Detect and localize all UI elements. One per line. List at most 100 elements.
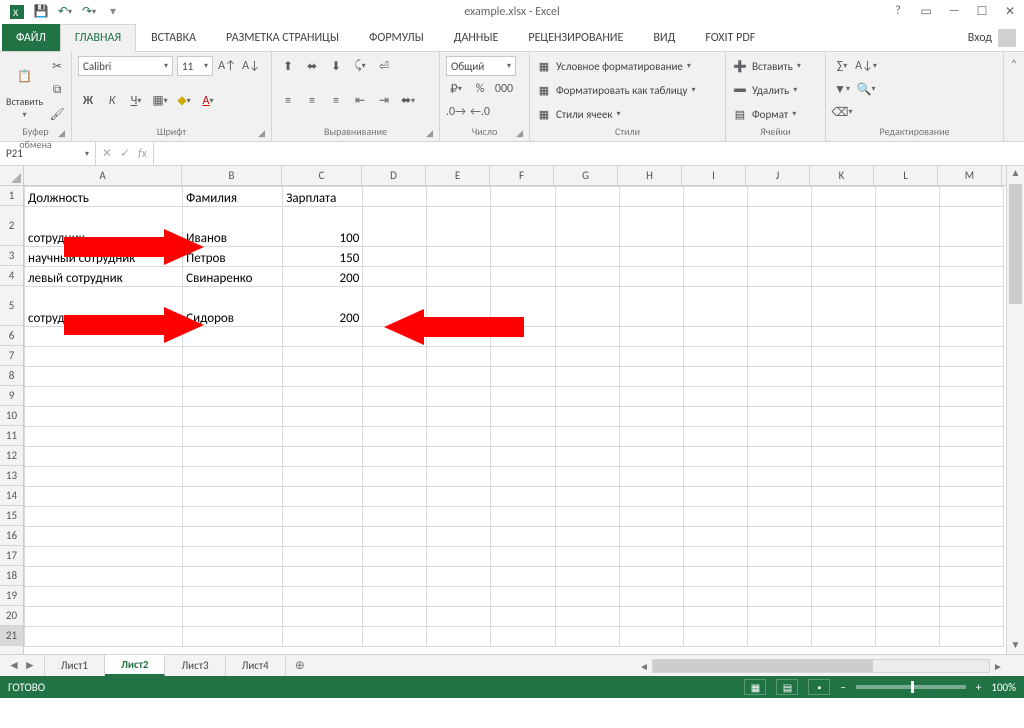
cell[interactable] (555, 587, 619, 607)
cell[interactable] (183, 607, 283, 627)
cell[interactable] (555, 487, 619, 507)
cell[interactable] (811, 427, 875, 447)
cell[interactable] (25, 507, 183, 527)
orientation-icon[interactable]: ⤹▾ (350, 56, 370, 76)
cell[interactable] (811, 567, 875, 587)
cell[interactable]: Должность (25, 187, 183, 207)
cell[interactable] (25, 387, 183, 407)
cell[interactable] (619, 487, 683, 507)
sheet-tab[interactable]: Лист1 (45, 655, 105, 676)
cell[interactable] (619, 587, 683, 607)
cell[interactable] (683, 567, 747, 587)
copy-icon[interactable]: ⧉ (47, 80, 67, 100)
row-header[interactable]: 19 (0, 586, 23, 606)
cell[interactable] (363, 587, 427, 607)
sort-filter-icon[interactable]: A↓▾ (856, 56, 876, 76)
accounting-format-icon[interactable]: ₽▾ (446, 79, 466, 99)
cell[interactable] (427, 447, 491, 467)
decrease-indent-icon[interactable]: ⇤ (350, 91, 370, 111)
cell[interactable] (619, 287, 683, 327)
increase-indent-icon[interactable]: ⇥ (374, 91, 394, 111)
cell[interactable] (875, 467, 939, 487)
column-header[interactable]: F (490, 166, 554, 185)
sheet-tab[interactable]: Лист4 (226, 655, 286, 676)
cell[interactable] (491, 347, 555, 367)
cell[interactable] (363, 487, 427, 507)
column-header[interactable]: B (182, 166, 282, 185)
cell[interactable] (555, 267, 619, 287)
cell[interactable] (283, 467, 363, 487)
cell[interactable] (363, 207, 427, 247)
cell[interactable] (875, 567, 939, 587)
cell[interactable] (183, 627, 283, 647)
redo-icon[interactable]: ↷▾ (80, 3, 98, 21)
find-select-icon[interactable]: 🔍▾ (856, 79, 876, 99)
cell[interactable] (25, 587, 183, 607)
cell[interactable] (363, 187, 427, 207)
cell[interactable] (555, 367, 619, 387)
cell[interactable] (619, 347, 683, 367)
cell[interactable] (491, 287, 555, 327)
cell[interactable] (875, 487, 939, 507)
formula-bar[interactable] (154, 142, 1024, 165)
number-dialog-launcher-icon[interactable]: ◢ (516, 128, 523, 139)
cell[interactable] (427, 267, 491, 287)
cell[interactable] (619, 207, 683, 247)
cell[interactable] (747, 287, 811, 327)
cell[interactable] (747, 587, 811, 607)
cell[interactable] (939, 447, 1003, 467)
cell[interactable]: 200 (283, 287, 363, 327)
cell[interactable] (491, 487, 555, 507)
row-header[interactable]: 20 (0, 606, 23, 626)
cell[interactable] (427, 427, 491, 447)
cell[interactable] (491, 327, 555, 347)
cell[interactable] (25, 427, 183, 447)
cell[interactable] (427, 327, 491, 347)
cell[interactable] (183, 447, 283, 467)
sheet-tab[interactable]: Лист2 (105, 655, 166, 676)
cell[interactable] (875, 207, 939, 247)
cell[interactable] (183, 467, 283, 487)
cell[interactable] (939, 187, 1003, 207)
cell[interactable] (363, 427, 427, 447)
cell[interactable] (283, 547, 363, 567)
cell[interactable] (427, 207, 491, 247)
cell[interactable] (683, 467, 747, 487)
cell[interactable] (491, 627, 555, 647)
cell[interactable] (183, 527, 283, 547)
cell[interactable] (491, 427, 555, 447)
cell[interactable] (875, 267, 939, 287)
cell[interactable] (875, 587, 939, 607)
tab-home[interactable]: ГЛАВНАЯ (60, 24, 136, 52)
paste-button[interactable]: 📋 Вставить ▾ (6, 61, 43, 120)
tab-formulas[interactable]: ФОРМУЛЫ (354, 24, 439, 51)
cell[interactable] (491, 507, 555, 527)
row-header[interactable]: 5 (0, 286, 23, 326)
tab-file[interactable]: ФАЙЛ (2, 24, 60, 51)
column-header[interactable]: K (810, 166, 874, 185)
cell[interactable] (363, 407, 427, 427)
cell[interactable] (811, 267, 875, 287)
increase-decimal-icon[interactable]: .0→ (446, 102, 466, 122)
cell[interactable] (491, 207, 555, 247)
cell[interactable] (875, 507, 939, 527)
cell[interactable] (283, 367, 363, 387)
row-header[interactable]: 6 (0, 326, 23, 346)
cell[interactable] (363, 287, 427, 327)
cell[interactable] (283, 487, 363, 507)
cell[interactable] (427, 247, 491, 267)
sign-in[interactable]: Вход (968, 24, 1024, 51)
cell[interactable] (811, 467, 875, 487)
cell[interactable] (363, 267, 427, 287)
row-header[interactable]: 14 (0, 486, 23, 506)
cell[interactable] (811, 367, 875, 387)
cancel-formula-icon[interactable]: ✕ (102, 146, 112, 161)
cell[interactable] (747, 447, 811, 467)
italic-icon[interactable]: К (102, 91, 122, 111)
cell[interactable] (683, 287, 747, 327)
delete-cells-button[interactable]: ➖Удалить ▾ (732, 80, 819, 100)
cells-area[interactable]: ДолжностьФамилияЗарплатасотрудникИванов1… (24, 186, 1024, 654)
cell[interactable] (811, 627, 875, 647)
cell[interactable] (183, 427, 283, 447)
row-header[interactable]: 15 (0, 506, 23, 526)
